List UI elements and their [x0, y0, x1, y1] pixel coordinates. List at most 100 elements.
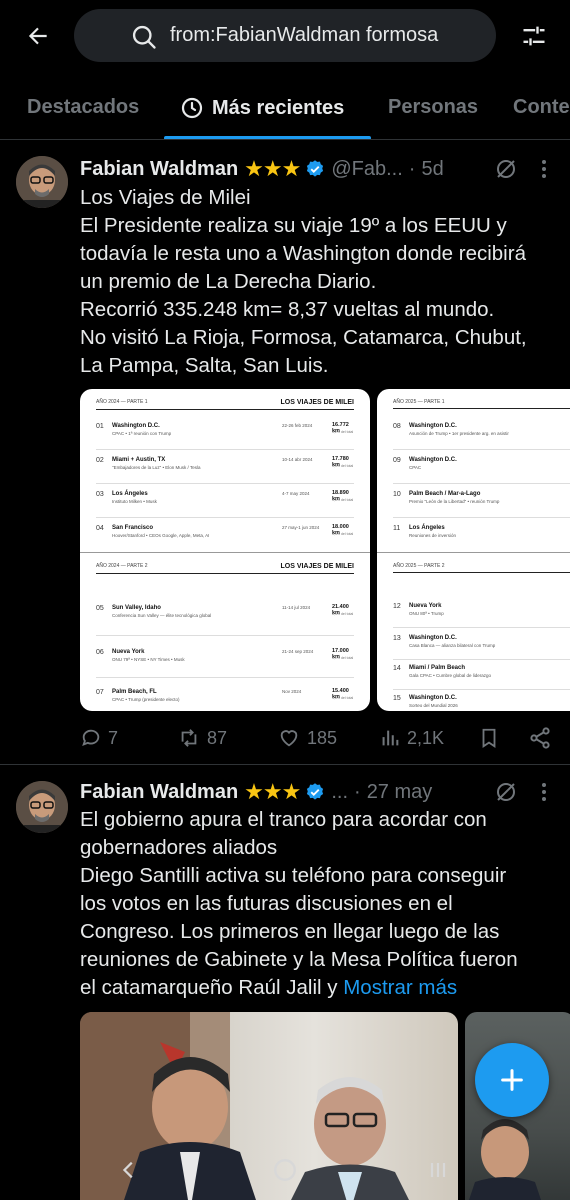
tweet-line: Recorrió 335.248 km= 8,37 vueltas al mun…: [80, 298, 495, 321]
trip-city: Miami / Palm Beach: [409, 665, 466, 671]
verified-badge-icon: [307, 160, 324, 177]
plus-icon: [501, 1069, 523, 1091]
doc-divider: [96, 483, 354, 484]
recents-icon: [430, 1163, 446, 1177]
doc-part-label: AÑO 2024 — PARTE 1: [96, 399, 148, 405]
media-image-1[interactable]: AÑO 2024 — PARTE 1 LOS VIAJES DE MILEI 0…: [80, 389, 370, 711]
top-bar: from:FabianWaldman formosa: [0, 0, 570, 72]
system-back-button[interactable]: [109, 1154, 149, 1186]
doc-part-label: AÑO 2024 — PARTE 2: [96, 563, 148, 569]
avatar[interactable]: [16, 781, 68, 833]
tweet-line: los votos en las futuras discusiones en …: [80, 892, 453, 915]
trip-note: CPAC • 1ª reunión con Trump: [112, 431, 172, 436]
trip-note: Gala CPAC • Cumbre global de liderazgo: [409, 673, 492, 678]
doc-row: 13 Washington D.C. Casa Blanca — alianza…: [393, 633, 570, 659]
author-handle[interactable]: ...: [331, 781, 348, 804]
repost-button[interactable]: 87: [177, 723, 227, 753]
tweet-line: La Pampa, Salta, San Luis.: [80, 354, 329, 377]
repost-icon: [181, 729, 197, 747]
tweet-time[interactable]: 5d: [421, 158, 443, 181]
doc-row: 09 Washington D.C. CPAC: [393, 455, 570, 481]
author-name[interactable]: Fabian Waldman: [80, 158, 238, 181]
trip-city: Washington D.C.: [112, 423, 160, 429]
tweet-header: Fabian Waldman ★★★ ... · 27 may: [80, 778, 432, 806]
more-vertical-icon[interactable]: [532, 157, 556, 181]
avatar[interactable]: [16, 156, 68, 208]
doc-row: 01 Washington D.C. CPAC • 1ª reunión con…: [96, 421, 354, 447]
tab-personas[interactable]: Personas: [388, 96, 478, 119]
show-more-link[interactable]: Mostrar más: [343, 976, 457, 999]
tweet-line: El Presidente realiza su viaje 19º a los…: [80, 214, 507, 237]
trip-share: 4,6% del total: [332, 696, 354, 700]
doc-section-4: AÑO 2025 — PARTE 2 12 Nueva York ONU 80ª…: [393, 563, 570, 708]
trip-num: 08: [393, 423, 401, 430]
trip-num: 07: [96, 689, 104, 696]
search-tabs: Destacados Más recientes Personas Conte: [0, 82, 570, 140]
doc-divider: [96, 635, 354, 636]
system-home-button[interactable]: [265, 1154, 305, 1186]
views-icon: [382, 730, 399, 746]
separator-dot: ·: [354, 780, 361, 803]
doc-header: AÑO 2024 — PARTE 1 LOS VIAJES DE MILEI: [96, 399, 354, 410]
doc-row: 03 Los Ángeles Instituto Milken • Musk 4…: [96, 489, 354, 515]
doc-divider: [96, 449, 354, 450]
trip-num: 14: [393, 665, 401, 672]
heart-icon: [280, 730, 298, 747]
share-button[interactable]: [528, 723, 558, 753]
trip-date: 22-26 feb 2024: [282, 423, 313, 428]
tweet-actions: 7 87 185 2,1K: [80, 723, 560, 753]
tweet-line-text: el catamarqueño Raúl Jalil y: [80, 976, 344, 999]
bookmark-button[interactable]: [478, 723, 506, 753]
tweet-line: gobernadores aliados: [80, 836, 278, 859]
tab-mas-recientes[interactable]: Más recientes: [180, 96, 344, 120]
like-count: 185: [307, 727, 338, 748]
trip-note: Asunción de Trump • 1er presidente arg. …: [409, 431, 509, 436]
doc-row: 11 Los Ángeles Reuniones de inversión: [393, 523, 570, 549]
tab-destacados[interactable]: Destacados: [27, 96, 139, 119]
doc-row: 12 Nueva York ONU 80ª • Trump: [393, 601, 570, 627]
trip-note: "Embajadores de la Luz" • Elon Musk / Te…: [112, 465, 201, 470]
reply-button[interactable]: 7: [80, 723, 118, 753]
back-button[interactable]: [18, 18, 58, 54]
tweet-header: Fabian Waldman ★★★ @Fab... · 5d: [80, 155, 444, 183]
grok-icon[interactable]: [494, 780, 518, 804]
tweet-text: Los Viajes de Milei El Presidente realiz…: [80, 184, 560, 380]
tweet-time[interactable]: 27 may: [367, 781, 433, 804]
tweet-line: todavía le resta uno a Washington donde …: [80, 242, 526, 265]
system-recents-button[interactable]: [418, 1154, 458, 1186]
compose-button[interactable]: [475, 1043, 549, 1117]
grok-icon[interactable]: [494, 157, 518, 181]
trip-city: Washington D.C.: [409, 695, 457, 701]
author-handle[interactable]: @Fab...: [331, 158, 402, 181]
trip-city: Sun Valley, Idaho: [112, 605, 161, 611]
trip-note: CPAC: [409, 465, 422, 470]
system-navigation-bar: [0, 1140, 570, 1200]
trip-num: 06: [96, 649, 104, 656]
trip-share: 5,1% del total: [332, 656, 354, 660]
trip-date: Nov 2024: [282, 689, 302, 694]
like-button[interactable]: 185: [277, 723, 337, 753]
author-name[interactable]: Fabian Waldman: [80, 781, 238, 804]
filter-button[interactable]: [516, 20, 552, 52]
media-image-2[interactable]: AÑO 2025 — PARTE 1 08 Washington D.C. As…: [377, 389, 570, 711]
views-button[interactable]: 2,1K: [379, 723, 444, 753]
tweet-line: No visitó La Rioja, Formosa, Catamarca, …: [80, 326, 527, 349]
search-input[interactable]: from:FabianWaldman formosa: [74, 9, 496, 62]
trip-city: Washington D.C.: [409, 457, 457, 463]
search-query: from:FabianWaldman formosa: [170, 24, 439, 46]
doc-row: 04 San Francisco Hoover/Stanford • CEOs …: [96, 523, 354, 549]
more-vertical-icon[interactable]: [532, 780, 556, 804]
trip-share: 5,4% del total: [332, 532, 354, 536]
doc-divider: [393, 517, 570, 518]
trip-note: ONU 80ª • Trump: [409, 611, 444, 616]
trip-num: 12: [393, 603, 401, 610]
doc-divider: [393, 689, 570, 690]
tweet[interactable]: Fabian Waldman ★★★ @Fab... · 5d Los Viaj…: [0, 141, 570, 765]
reply-icon: [82, 729, 100, 746]
trip-num: 01: [96, 423, 104, 430]
doc-part-label: AÑO 2025 — PARTE 1: [393, 399, 445, 405]
tab-contenido[interactable]: Conte: [513, 96, 570, 119]
doc-section-3: AÑO 2025 — PARTE 1 08 Washington D.C. As…: [393, 399, 570, 549]
tweet-line-last: el catamarqueño Raúl Jalil y Mostrar más: [80, 974, 560, 1002]
doc-divider: [96, 517, 354, 518]
